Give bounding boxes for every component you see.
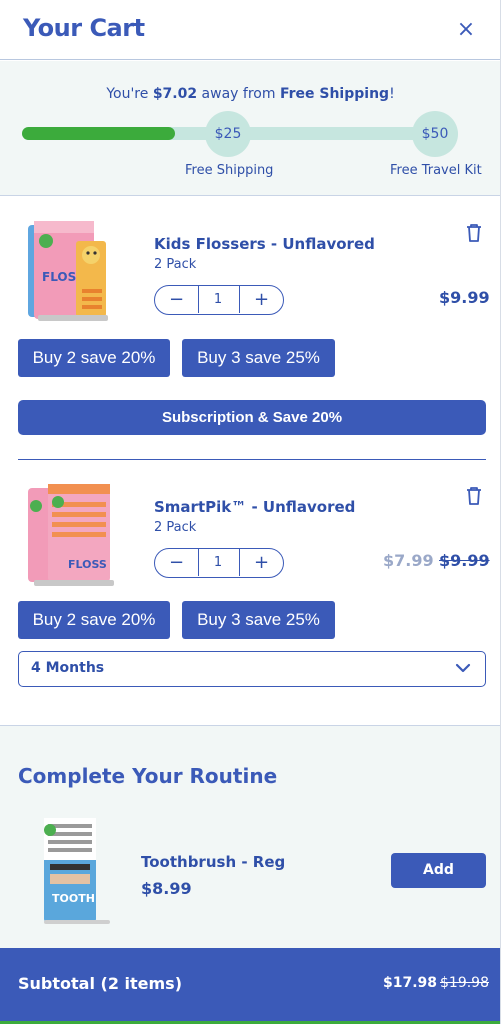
subtotal-price: $17.98 xyxy=(383,975,438,991)
shipping-progress-fill xyxy=(22,127,175,140)
toothbrush-product-image: TOOTH xyxy=(44,818,110,924)
plus-icon[interactable]: + xyxy=(239,549,283,576)
quantity-stepper: − 1 + xyxy=(154,548,284,578)
amount-away: $7.02 xyxy=(152,86,198,102)
routine-product-price: $8.99 xyxy=(141,879,192,898)
item-pack: 2 Pack xyxy=(154,257,197,272)
plus-icon[interactable]: + xyxy=(239,286,283,313)
frequency-value: 4 Months xyxy=(31,660,105,676)
quantity-value[interactable]: 1 xyxy=(199,286,237,313)
cart-item: FLOSS Kids Flossers - Unflavored 2 Pack … xyxy=(0,197,500,460)
minus-icon[interactable]: − xyxy=(155,286,199,313)
item-original-price: $9.99 xyxy=(439,551,490,570)
smartpik-image-text: FLOSS xyxy=(68,558,107,571)
item-name[interactable]: Kids Flossers - Unflavored xyxy=(154,235,375,253)
smartpik-product-image: FLOSS xyxy=(28,484,114,586)
trash-icon[interactable] xyxy=(465,486,483,506)
chevron-down-icon xyxy=(455,663,471,673)
msg-prefix: You're xyxy=(106,86,153,102)
frequency-select[interactable]: 4 Months xyxy=(18,651,486,687)
cart-header: Your Cart × xyxy=(0,0,500,60)
item-sale-price: $7.99 xyxy=(383,551,434,570)
msg-target: Free Shipping xyxy=(279,86,390,102)
item-pack: 2 Pack xyxy=(154,520,197,535)
free-shipping-message: You're $7.02 away from Free Shipping! xyxy=(0,86,500,102)
subtotal-original-price: $19.98 xyxy=(440,975,489,991)
subtotal-label: Subtotal (2 items) xyxy=(18,974,183,993)
msg-middle: away from xyxy=(197,86,280,102)
milestone-50-label: Free Travel Kit xyxy=(390,163,482,178)
milestone-25: $25 xyxy=(205,111,251,157)
subscription-button[interactable]: Subscription & Save 20% xyxy=(18,400,486,435)
promo-buy-3-button[interactable]: Buy 3 save 25% xyxy=(182,601,335,639)
close-icon[interactable]: × xyxy=(452,16,480,44)
quantity-value[interactable]: 1 xyxy=(199,549,237,576)
cart-item: FLOSS SmartPik™ - Unflavored 2 Pack − 1 … xyxy=(0,460,500,724)
quantity-stepper: − 1 + xyxy=(154,285,284,315)
promo-buy-2-button[interactable]: Buy 2 save 20% xyxy=(18,339,170,377)
cart-drawer: Your Cart × You're $7.02 away from Free … xyxy=(0,0,501,1024)
promo-buy-2-button[interactable]: Buy 2 save 20% xyxy=(18,601,170,639)
promo-buy-3-button[interactable]: Buy 3 save 25% xyxy=(182,339,335,377)
minus-icon[interactable]: − xyxy=(155,549,199,576)
milestone-25-label: Free Shipping xyxy=(185,163,274,178)
add-button[interactable]: Add xyxy=(391,853,486,888)
subtotal-bar[interactable]: Subtotal (2 items) $17.98 $19.98 xyxy=(0,948,500,1024)
complete-routine-section: Complete Your Routine TOOTH Toothbrush -… xyxy=(0,725,500,950)
cart-title: Your Cart xyxy=(23,14,145,42)
routine-title: Complete Your Routine xyxy=(18,764,278,788)
milestone-50: $50 xyxy=(412,111,458,157)
routine-product-name[interactable]: Toothbrush - Reg xyxy=(141,853,285,871)
toothbrush-image-text: TOOTH xyxy=(52,892,95,905)
item-price: $9.99 xyxy=(439,288,490,307)
msg-suffix: ! xyxy=(389,86,395,102)
trash-icon[interactable] xyxy=(465,223,483,243)
kids-flossers-product-image: FLOSS xyxy=(28,221,108,321)
item-name[interactable]: SmartPik™ - Unflavored xyxy=(154,498,355,516)
free-shipping-panel: You're $7.02 away from Free Shipping! $2… xyxy=(0,61,500,196)
